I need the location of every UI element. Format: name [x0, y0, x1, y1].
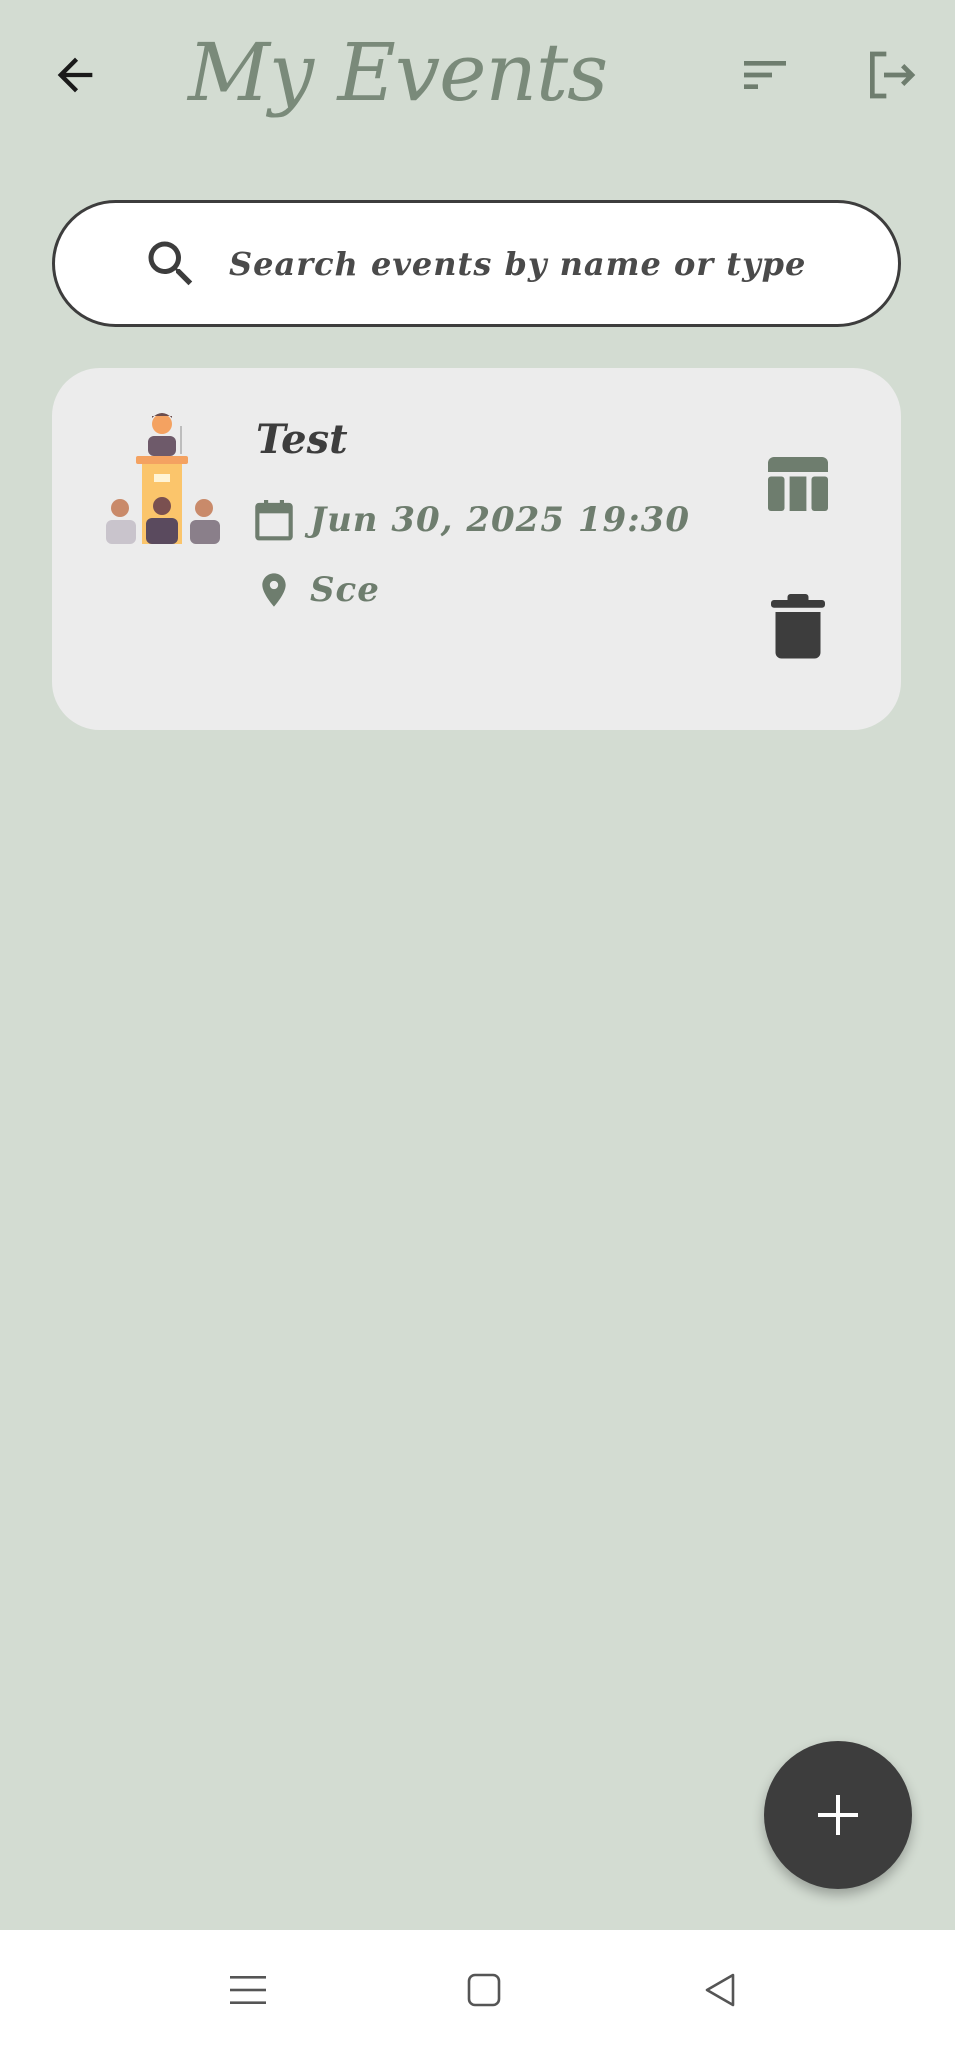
page-title: My Events [188, 26, 608, 119]
search-icon [148, 241, 193, 285]
home-button[interactable] [454, 1960, 514, 2020]
conference-speaker-icon [106, 413, 220, 544]
event-date-row: Jun 30, 2025 19:30 [254, 498, 690, 542]
event-datetime: Jun 30, 2025 19:30 [310, 500, 690, 540]
search-bar[interactable] [52, 200, 901, 327]
event-location: Sce [310, 570, 380, 610]
app-header: My Events [0, 0, 955, 150]
arrow-left-icon [57, 57, 93, 93]
recents-icon [230, 1976, 266, 2004]
recents-button[interactable] [218, 1960, 278, 2020]
logout-icon [870, 51, 916, 99]
screen: My Events Search events by name or type … [0, 0, 955, 2048]
sort-icon [744, 61, 786, 89]
system-nav-bar [0, 1930, 955, 2048]
event-title: Test [256, 416, 348, 463]
event-location-row: Sce [254, 568, 380, 612]
table-icon[interactable] [762, 448, 834, 520]
logout-button[interactable] [856, 40, 926, 110]
back-triangle-icon [705, 1973, 735, 2007]
home-icon [467, 1973, 501, 2007]
plus-icon [818, 1795, 858, 1835]
sort-button[interactable] [730, 40, 800, 110]
add-event-button[interactable] [764, 1741, 912, 1889]
calendar-icon [255, 500, 293, 541]
location-pin-icon [262, 573, 286, 607]
trash-icon[interactable] [768, 594, 828, 660]
system-back-button[interactable] [690, 1960, 750, 2020]
search-input[interactable] [229, 244, 898, 283]
event-card[interactable]: Test Jun 30, 2025 19:30 Sce [52, 368, 901, 730]
back-button[interactable] [40, 40, 110, 110]
